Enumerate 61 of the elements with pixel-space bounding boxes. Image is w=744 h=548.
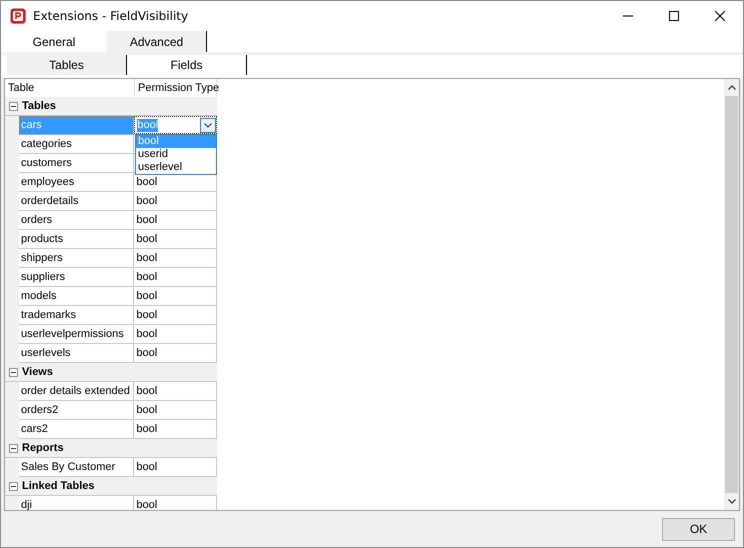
table-cell: bool	[134, 344, 217, 363]
close-icon	[715, 11, 725, 21]
table-cell[interactable]: orderdetails	[19, 192, 134, 211]
collapse-icon[interactable]	[9, 482, 18, 490]
tab[interactable]: Tables	[7, 55, 127, 75]
table-cell: bool	[134, 458, 217, 477]
table-cell: bool	[134, 192, 217, 211]
table-cell: bool	[134, 325, 217, 344]
table-cell: bool	[134, 287, 217, 306]
chevron-up-icon	[728, 85, 736, 90]
chevron-down-icon	[204, 122, 212, 128]
table-cell: bool	[134, 306, 217, 325]
dropdown-button[interactable]	[200, 118, 216, 132]
group-name: Views	[22, 366, 53, 378]
table-cell: bool	[134, 173, 217, 192]
table-cell[interactable]: orders2	[19, 401, 134, 420]
maximize-icon	[669, 11, 679, 21]
group-row[interactable]: Linked Tables	[5, 477, 217, 496]
table-cell[interactable]: customers	[19, 154, 134, 173]
table-cell[interactable]: userlevelpermissions	[19, 325, 134, 344]
collapse-icon[interactable]	[9, 102, 18, 110]
ok-button[interactable]: OK	[662, 518, 735, 540]
table-cell: bool	[134, 382, 217, 401]
table-cell[interactable]: shippers	[19, 249, 134, 268]
group-name: Tables	[22, 100, 56, 112]
table-cell[interactable]: Sales By Customer	[19, 458, 134, 477]
table-cell[interactable]: categories	[19, 135, 134, 154]
table-cell: bool	[134, 230, 217, 249]
window-title: Extensions - FieldVisibility	[33, 9, 190, 23]
row-header[interactable]	[5, 496, 19, 510]
group-name: Linked Tables	[22, 480, 95, 492]
table-cell: bool	[134, 268, 217, 287]
scrollbar-thumb[interactable]	[725, 96, 738, 493]
group-name: Reports	[22, 442, 64, 454]
table-cell[interactable]: orders	[19, 211, 134, 230]
table-cell: bool	[134, 496, 217, 510]
collapse-icon[interactable]	[9, 368, 18, 376]
group-row[interactable]: Views	[5, 363, 217, 382]
table-cell: bool	[134, 401, 217, 420]
group-row[interactable]: Tables	[5, 97, 217, 116]
table-cell[interactable]: userlevels	[19, 344, 134, 363]
table-cell[interactable]: employees	[19, 173, 134, 192]
table-cell[interactable]: order details extended	[19, 382, 134, 401]
table-cell[interactable]: trademarks	[19, 306, 134, 325]
row-header[interactable]	[5, 116, 19, 135]
tab[interactable]: Advanced	[107, 31, 207, 52]
table-cell[interactable]: suppliers	[19, 268, 134, 287]
row-header[interactable]	[5, 382, 19, 401]
table-cell: bool	[134, 420, 217, 439]
table-cell[interactable]: dji	[19, 496, 134, 510]
collapse-icon[interactable]	[9, 444, 18, 452]
chevron-down-icon	[728, 499, 736, 504]
combobox-value: bool	[137, 118, 158, 132]
group-row[interactable]: Reports	[5, 439, 217, 458]
app-logo-icon	[10, 8, 26, 24]
row-header[interactable]	[5, 458, 19, 477]
table-cell: bool	[134, 249, 217, 268]
table-cell: bool	[134, 211, 217, 230]
table-cell[interactable]: cars2	[19, 420, 134, 439]
table-cell[interactable]: models	[19, 287, 134, 306]
table-cell[interactable]: products	[19, 230, 134, 249]
